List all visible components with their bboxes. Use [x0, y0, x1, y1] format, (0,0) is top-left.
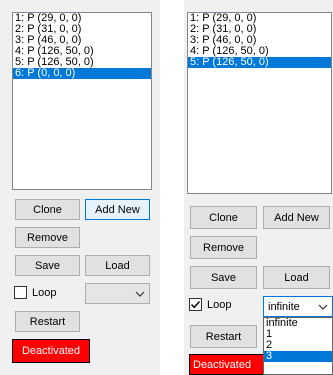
- loop-count-select[interactable]: infinite: [263, 296, 333, 317]
- load-button[interactable]: Load: [263, 266, 330, 289]
- loop-count-select[interactable]: [85, 283, 150, 304]
- loop-checkbox-group[interactable]: Loop: [189, 298, 231, 311]
- loop-count-value: infinite: [268, 300, 300, 313]
- list-item-selected[interactable]: 6: P (0, 0, 0): [13, 68, 151, 79]
- load-button[interactable]: Load: [85, 255, 150, 276]
- loop-checkbox-group[interactable]: Loop: [14, 286, 56, 299]
- restart-button[interactable]: Restart: [15, 311, 80, 332]
- restart-button[interactable]: Restart: [190, 325, 257, 348]
- remove-button[interactable]: Remove: [190, 236, 257, 259]
- checkmark-icon: [190, 301, 201, 309]
- dropdown-option[interactable]: infinite: [264, 318, 332, 329]
- points-listbox[interactable]: 1: P (29, 0, 0) 2: P (31, 0, 0) 3: P (46…: [12, 12, 152, 190]
- save-button[interactable]: Save: [15, 255, 80, 276]
- dropdown-option[interactable]: 1: [264, 329, 332, 340]
- dropdown-option[interactable]: 2: [264, 340, 332, 351]
- add-new-button[interactable]: Add New: [85, 199, 150, 220]
- list-item-selected[interactable]: 5: P (126, 50, 0): [188, 57, 331, 68]
- left-panel: 1: P (29, 0, 0) 2: P (31, 0, 0) 3: P (46…: [0, 0, 160, 375]
- loop-checkbox[interactable]: [14, 286, 27, 299]
- right-panel: 1: P (29, 0, 0) 2: P (31, 0, 0) 3: P (46…: [184, 0, 333, 375]
- status-badge[interactable]: Deactivated: [189, 354, 269, 375]
- loop-count-dropdown[interactable]: infinite 1 2 3: [263, 317, 333, 375]
- chevron-down-icon: [318, 304, 328, 310]
- save-button[interactable]: Save: [190, 266, 257, 289]
- clone-button[interactable]: Clone: [15, 199, 80, 220]
- add-new-button[interactable]: Add New: [263, 206, 330, 229]
- status-badge[interactable]: Deactivated: [12, 339, 90, 363]
- loop-checkbox[interactable]: [189, 298, 202, 311]
- loop-label: Loop: [207, 298, 232, 311]
- loop-label: Loop: [32, 286, 57, 299]
- dropdown-option-highlighted[interactable]: 3: [264, 351, 332, 362]
- remove-button[interactable]: Remove: [15, 227, 80, 248]
- chevron-down-icon: [135, 291, 145, 297]
- points-listbox[interactable]: 1: P (29, 0, 0) 2: P (31, 0, 0) 3: P (46…: [187, 12, 332, 194]
- clone-button[interactable]: Clone: [190, 206, 257, 229]
